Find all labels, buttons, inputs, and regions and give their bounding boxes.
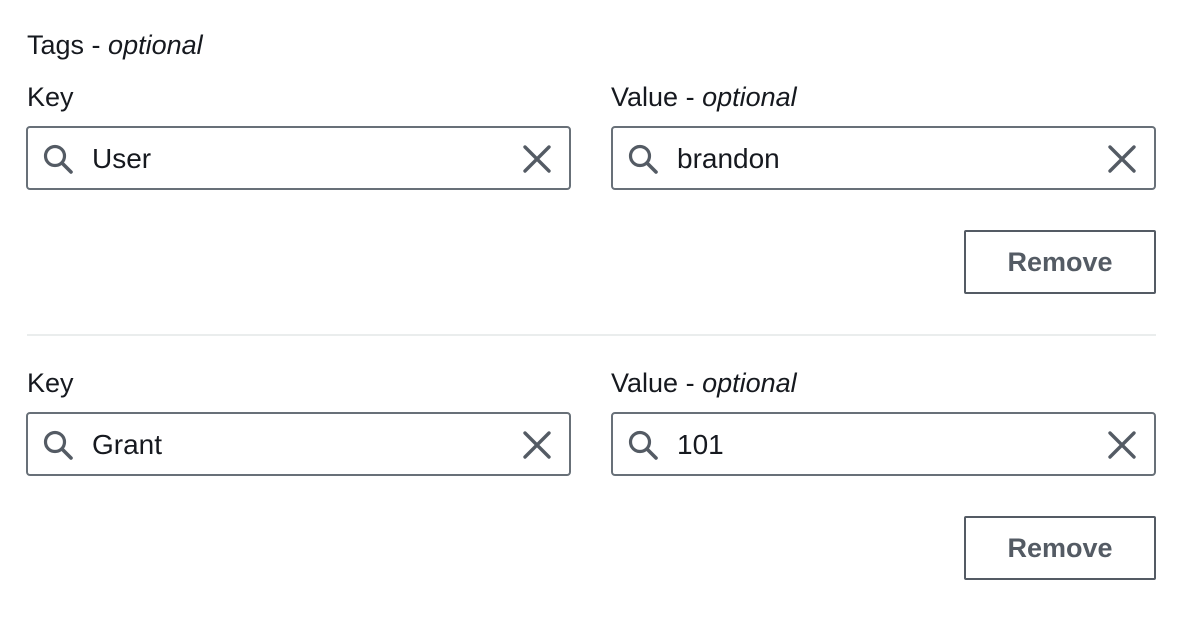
tag-value-input[interactable]: brandon (611, 126, 1156, 190)
section-title: Tags - optional (27, 28, 203, 62)
section-title-separator: - (84, 30, 109, 60)
tag-key-input[interactable]: User (26, 126, 571, 190)
search-icon (43, 430, 73, 460)
close-icon[interactable] (521, 143, 553, 175)
tag-key-input[interactable]: Grant (26, 412, 571, 476)
close-icon[interactable] (521, 429, 553, 461)
value-label-optional: optional (702, 82, 797, 112)
remove-tag-button[interactable]: Remove (964, 516, 1156, 580)
search-icon (628, 144, 658, 174)
search-icon (43, 144, 73, 174)
value-label-text: Value (611, 368, 679, 398)
value-label: Value - optional (611, 80, 797, 114)
divider (27, 334, 1156, 336)
tag-key-value[interactable]: Grant (92, 428, 162, 462)
value-label: Value - optional (611, 366, 797, 400)
close-icon[interactable] (1106, 143, 1138, 175)
value-label-separator: - (678, 82, 703, 112)
close-icon[interactable] (1106, 429, 1138, 461)
tag-key-value[interactable]: User (92, 142, 151, 176)
key-label: Key (27, 366, 74, 400)
tag-value-value[interactable]: 101 (677, 428, 724, 462)
search-icon (628, 430, 658, 460)
key-label-text: Key (27, 82, 74, 112)
remove-tag-button[interactable]: Remove (964, 230, 1156, 294)
section-title-optional: optional (108, 30, 203, 60)
key-label-text: Key (27, 368, 74, 398)
value-label-separator: - (678, 368, 703, 398)
value-label-text: Value (611, 82, 679, 112)
tag-value-value[interactable]: brandon (677, 142, 780, 176)
key-label: Key (27, 80, 74, 114)
tag-value-input[interactable]: 101 (611, 412, 1156, 476)
value-label-optional: optional (702, 368, 797, 398)
section-title-text: Tags (27, 30, 85, 60)
